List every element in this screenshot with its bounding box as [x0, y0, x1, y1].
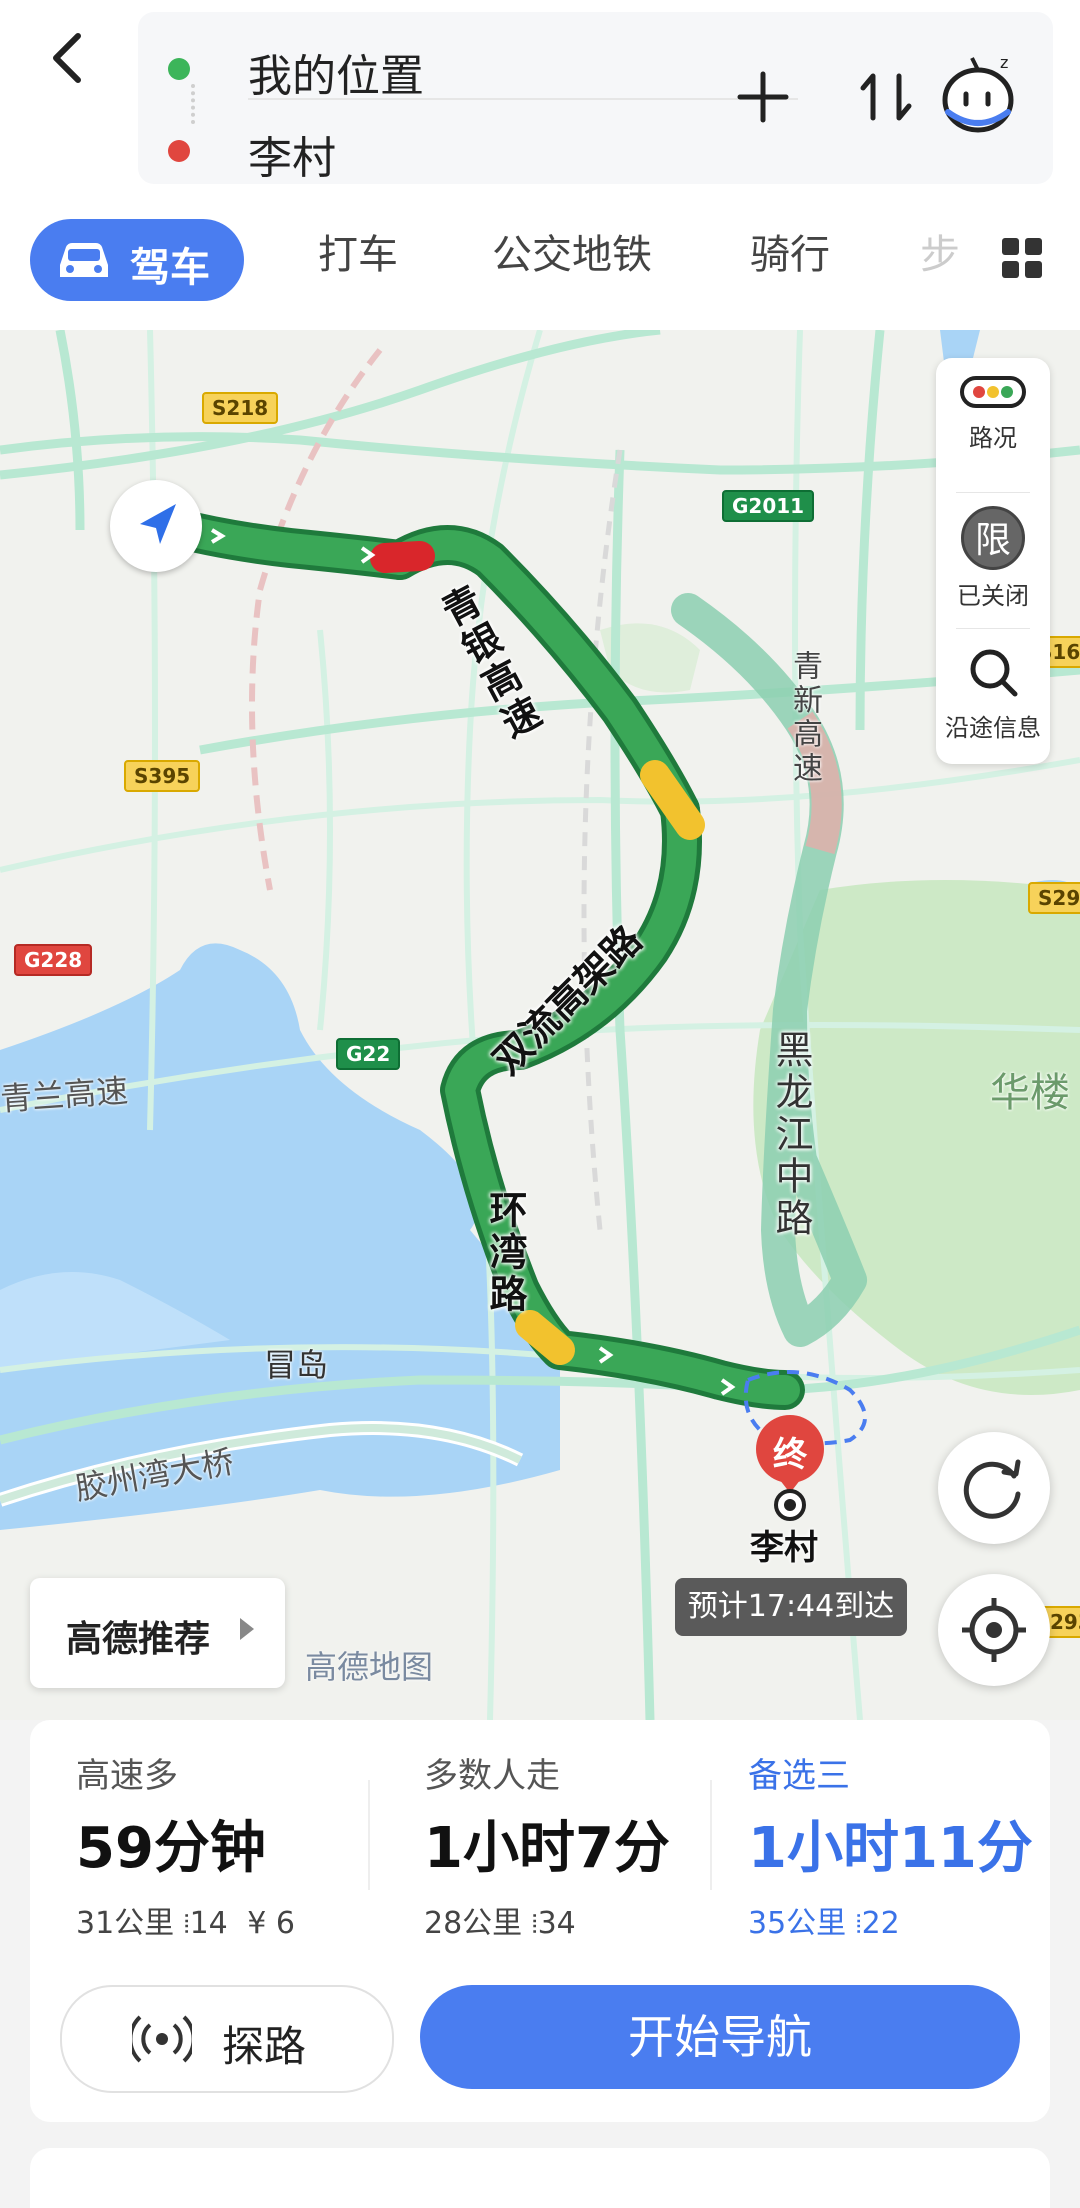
- destination-dot-icon: [168, 140, 190, 162]
- eta-tooltip: 预计17:44到达: [675, 1578, 907, 1636]
- top-bar: 我的位置 李村 z 驾车 打车 公交地铁 骑行 步: [0, 0, 1080, 330]
- end-badge-label: 终: [773, 1435, 807, 1475]
- restriction-label: 已关闭: [957, 582, 1029, 610]
- broadcast-icon: [132, 2015, 192, 2063]
- route-distance: 28公里: [424, 1906, 523, 1941]
- tab-drive-label: 驾车: [130, 245, 210, 291]
- route-time: 1小时7分: [424, 1816, 670, 1881]
- route-option-2[interactable]: 多数人走 1小时7分 28公里 ⦙34: [424, 1748, 744, 1948]
- route-distance: 31公里: [76, 1906, 175, 1941]
- map-view[interactable]: S218 G2011 S395 G228 G22 S16 S296 293 青银…: [0, 330, 1080, 1720]
- refresh-icon: [963, 1459, 1021, 1519]
- destination-input[interactable]: 李村: [248, 122, 336, 186]
- explore-label: 探路: [222, 2022, 307, 2071]
- route-option-3[interactable]: 备选三 1小时11分 35公里 ⦙22: [748, 1748, 1068, 1948]
- tab-transit[interactable]: 公交地铁: [492, 222, 652, 280]
- shield-s395: S395: [124, 760, 201, 792]
- route-meta: 31公里 ⦙14 ¥ 6: [76, 1898, 295, 1942]
- route-distance: 35公里: [748, 1906, 847, 1941]
- waypoint-divider: [248, 98, 798, 100]
- route-option-1[interactable]: 高速多 59分钟 31公里 ⦙14 ¥ 6: [76, 1748, 396, 1948]
- back-arrow-icon[interactable]: [40, 28, 100, 88]
- route-lights: 14: [189, 1906, 228, 1941]
- separator: [956, 628, 1030, 629]
- origin-input[interactable]: 我的位置: [248, 40, 424, 104]
- origin-dot-icon: [168, 58, 190, 80]
- route-panel: 高速多 59分钟 31公里 ⦙14 ¥ 6 多数人走 1小时7分 28公里 ⦙3…: [0, 1720, 1080, 2208]
- route-time: 59分钟: [76, 1816, 266, 1881]
- shield-g228: G228: [14, 944, 93, 976]
- gaode-logo: 高德地图: [305, 1648, 434, 1686]
- separator: [956, 492, 1030, 493]
- route-search-box: 我的位置 李村 z: [138, 12, 1053, 184]
- shield-g2011: G2011: [722, 490, 815, 522]
- route-meta: 28公里 ⦙34: [424, 1898, 576, 1942]
- add-waypoint-icon[interactable]: [728, 62, 798, 132]
- shield-g22: G22: [336, 1038, 401, 1070]
- shield-s218: S218: [202, 392, 279, 424]
- road-label-huanwan: 环湾路: [483, 1190, 527, 1316]
- tab-drive[interactable]: 驾车: [30, 219, 244, 301]
- start-navigation-button[interactable]: 开始导航: [420, 1985, 1020, 2089]
- locate-button[interactable]: [938, 1574, 1050, 1686]
- island-label: 冒岛: [264, 1346, 329, 1384]
- next-card-peek: [30, 2148, 1050, 2208]
- restriction-toggle[interactable]: 限 已关闭: [936, 506, 1050, 611]
- explore-route-button[interactable]: 探路: [60, 1985, 394, 2093]
- current-location-marker[interactable]: [110, 480, 202, 572]
- recommend-label: 高德推荐: [66, 1619, 211, 1660]
- search-icon: [970, 649, 1018, 697]
- refresh-button[interactable]: [938, 1432, 1050, 1544]
- along-info-button[interactable]: 沿途信息: [936, 642, 1050, 743]
- svg-text:z: z: [1000, 53, 1008, 72]
- tab-taxi[interactable]: 打车: [318, 222, 398, 280]
- route-options-card: 高速多 59分钟 31公里 ⦙14 ¥ 6 多数人走 1小时7分 28公里 ⦙3…: [30, 1720, 1050, 2122]
- separator: [710, 1780, 712, 1890]
- separator: [368, 1780, 370, 1890]
- restriction-badge-icon: 限: [961, 506, 1025, 570]
- traffic-toggle[interactable]: 路况: [936, 372, 1050, 453]
- navigation-arrow-icon: [140, 504, 176, 544]
- map-tools-panel: 路况 限 已关闭 沿途信息: [936, 358, 1050, 764]
- tab-ride[interactable]: 骑行: [750, 222, 830, 280]
- route-tag: 多数人走: [424, 1756, 560, 1796]
- locate-crosshair-icon: [962, 1598, 1026, 1662]
- route-tag: 备选三: [748, 1756, 850, 1796]
- shield-s296: S296: [1028, 882, 1080, 914]
- along-info-label: 沿途信息: [945, 714, 1041, 742]
- tab-walk[interactable]: 步: [920, 222, 960, 280]
- traffic-label: 路况: [969, 424, 1017, 452]
- traffic-light-icon: [960, 376, 1026, 408]
- area-label-hualou: 华楼: [990, 1070, 1070, 1116]
- road-label-qinglan: 青兰高速: [0, 1071, 130, 1119]
- voice-assistant-icon[interactable]: z: [934, 48, 1024, 138]
- play-triangle-icon: [240, 1618, 254, 1640]
- route-tag: 高速多: [76, 1756, 178, 1796]
- swap-icon[interactable]: [853, 62, 923, 132]
- route-time: 1小时11分: [748, 1816, 1033, 1881]
- route-meta: 35公里 ⦙22: [748, 1898, 900, 1942]
- route-toll: ¥ 6: [247, 1906, 296, 1941]
- road-label-qingxin: 青新高速: [787, 650, 822, 786]
- destination-map-label: 李村: [750, 1528, 818, 1568]
- car-icon: [60, 243, 108, 277]
- gaode-recommend-button[interactable]: 高德推荐: [30, 1578, 285, 1688]
- route-lights: 22: [861, 1906, 900, 1941]
- transport-tabs: 驾车 打车 公交地铁 骑行 步: [0, 212, 1080, 312]
- road-label-heilongjiang: 黑龙江中路: [769, 1030, 813, 1240]
- more-grid-icon[interactable]: [1000, 236, 1044, 280]
- route-lights: 34: [537, 1906, 576, 1941]
- destination-marker[interactable]: 终: [752, 1415, 828, 1521]
- waypoint-connector: [191, 84, 199, 124]
